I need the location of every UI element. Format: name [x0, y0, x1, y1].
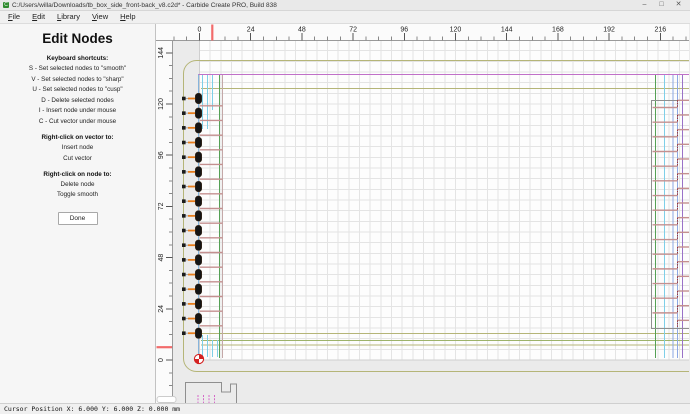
h-ruler-label: 72: [349, 27, 357, 34]
scrollbar-thumb[interactable]: [156, 396, 177, 403]
node-handle[interactable]: [182, 170, 186, 174]
menu-bar: File Edit Library View Help: [0, 11, 690, 24]
node-handle[interactable]: [182, 199, 186, 203]
node-handle[interactable]: [182, 184, 186, 189]
node-cluster[interactable]: [195, 269, 202, 280]
menu-edit[interactable]: Edit: [26, 11, 51, 23]
h-ruler-label: 144: [501, 27, 513, 34]
shortcut-line: Toggle smooth: [57, 191, 98, 199]
h-ruler-label: 96: [400, 27, 408, 34]
h-ruler-label: 168: [552, 27, 564, 34]
node-handle[interactable]: [182, 96, 186, 101]
node-handle[interactable]: [182, 126, 186, 130]
shortcut-line: C - Cut vector under mouse: [38, 117, 117, 125]
node-cluster[interactable]: [195, 107, 202, 119]
node-handle[interactable]: [182, 155, 186, 159]
v-ruler-label: 0: [158, 358, 165, 362]
v-ruler-label: 24: [158, 305, 165, 313]
status-bar: Cursor Position X: 6.000 Y: 6.000 Z: 0.0…: [0, 403, 690, 414]
section-heading: Keyboard shortcuts:: [46, 55, 109, 62]
node-cluster[interactable]: [195, 283, 202, 295]
app-icon: C: [3, 2, 9, 8]
v-ruler-label: 96: [158, 151, 165, 159]
close-button[interactable]: ✕: [670, 0, 687, 10]
shortcut-line: S - Set selected nodes to "smooth": [28, 65, 127, 72]
h-ruler-label: 120: [450, 27, 462, 34]
node-cluster[interactable]: [195, 181, 202, 192]
profile-shape-vector[interactable]: [185, 382, 237, 404]
drawing-canvas[interactable]: 0 24 48 72 96 120 144 168 192 216 144 120 96 72 48 24 0: [156, 24, 690, 403]
application-window: C C:/Users/willa/Downloads/tb_box_side_f…: [0, 0, 690, 414]
shortcut-line: Delete node: [60, 180, 95, 188]
shortcut-line: Cut vector: [63, 154, 92, 162]
v-ruler-label: 120: [158, 98, 165, 110]
node-cluster[interactable]: [195, 195, 202, 207]
node-cluster[interactable]: [195, 254, 202, 266]
menu-file[interactable]: File: [2, 11, 26, 23]
node-handle[interactable]: [182, 331, 186, 336]
node-handle[interactable]: [182, 228, 186, 233]
origin-marker: [193, 353, 205, 365]
done-button[interactable]: Done: [57, 211, 98, 225]
menu-help[interactable]: Help: [114, 11, 141, 23]
node-handle[interactable]: [182, 287, 186, 292]
canvas-svg[interactable]: 0 24 48 72 96 120 144 168 192 216 144 120 96 72 48 24 0: [156, 24, 689, 403]
node-handle[interactable]: [182, 258, 186, 262]
minimize-button[interactable]: –: [636, 0, 653, 10]
node-cluster[interactable]: [195, 210, 202, 222]
edit-nodes[interactable]: [182, 93, 202, 339]
shortcut-line: D - Delete selected nodes: [41, 96, 114, 104]
v-ruler-label: 48: [158, 254, 165, 262]
node-cluster[interactable]: [195, 166, 202, 178]
node-handle[interactable]: [182, 140, 186, 145]
menu-library[interactable]: Library: [51, 11, 86, 23]
node-cluster[interactable]: [195, 225, 202, 236]
node-cluster[interactable]: [195, 93, 202, 104]
v-ruler-label: 72: [158, 202, 165, 210]
maximize-button[interactable]: □: [653, 0, 670, 10]
node-cluster[interactable]: [195, 137, 202, 148]
node-handle[interactable]: [182, 302, 186, 306]
node-handle[interactable]: [182, 316, 186, 321]
node-handle[interactable]: [182, 214, 186, 218]
shortcut-line: U - Set selected nodes to "cusp": [32, 86, 123, 94]
h-ruler-label: 48: [298, 27, 306, 34]
window-controls: – □ ✕: [636, 0, 687, 10]
h-ruler-label: 192: [603, 27, 615, 34]
window-title: C:/Users/willa/Downloads/tb_box_side_fro…: [12, 1, 277, 9]
cursor-tick-y: [156, 346, 172, 349]
panel-sections: Keyboard shortcuts: S - Set selected node…: [0, 55, 155, 198]
shortcut-line: Insert node: [61, 143, 94, 151]
cursor-position-readout: Cursor Position X: 6.000 Y: 6.000 Z: 0.0…: [4, 405, 181, 413]
menu-view[interactable]: View: [86, 11, 114, 23]
node-cluster[interactable]: [195, 239, 202, 251]
node-cluster[interactable]: [195, 122, 202, 134]
section-heading: Right-click on vector to:: [41, 133, 114, 141]
node-handle[interactable]: [182, 272, 186, 277]
panel-title: Edit Nodes: [42, 31, 113, 46]
h-ruler-label: 24: [247, 27, 255, 34]
title-bar: C C:/Users/willa/Downloads/tb_box_side_f…: [0, 0, 690, 11]
v-ruler-label: 144: [158, 47, 165, 59]
node-cluster[interactable]: [195, 327, 202, 339]
h-ruler-label: 0: [198, 27, 202, 34]
node-cluster[interactable]: [195, 298, 202, 310]
node-cluster[interactable]: [195, 313, 202, 325]
node-handle[interactable]: [182, 243, 186, 247]
node-handle[interactable]: [182, 111, 186, 115]
section-heading: Right-click on node to:: [43, 170, 112, 178]
h-ruler-label: 216: [654, 27, 666, 34]
cursor-tick-x: [211, 24, 214, 41]
node-cluster[interactable]: [195, 151, 202, 163]
shortcut-line: V - Set selected nodes to "sharp": [31, 75, 124, 83]
edit-nodes-panel: Edit Nodes Keyboard shortcuts: S - Set se…: [0, 24, 156, 403]
shortcut-line: I - Insert node under mouse: [38, 107, 117, 115]
